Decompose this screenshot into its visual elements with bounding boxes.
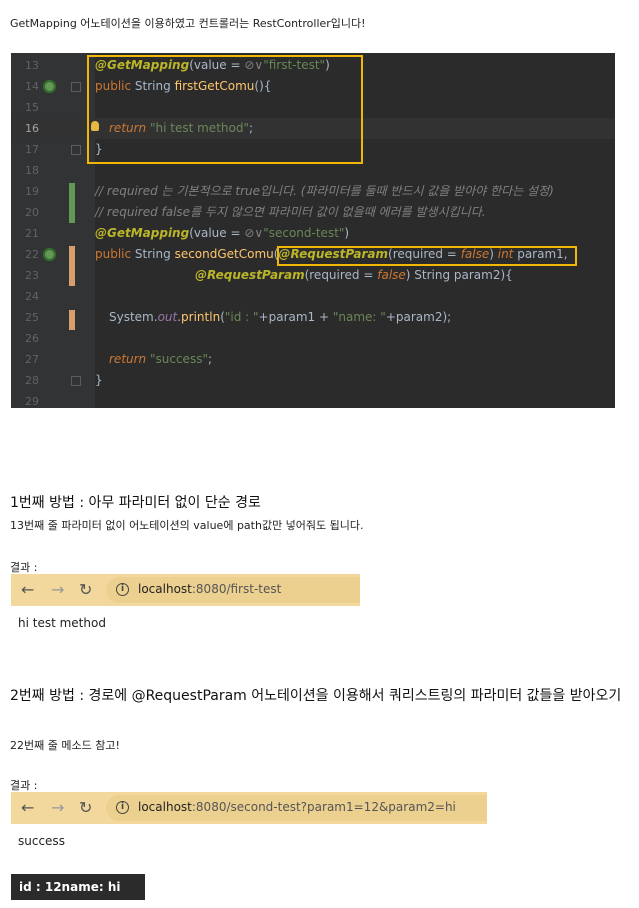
line-number: 15	[25, 101, 39, 114]
section1-result-label: 결과 :	[10, 561, 38, 574]
url-field[interactable]: i localhost:8080/second-test?param1=12&p…	[106, 795, 487, 821]
line-number: 19	[25, 185, 39, 198]
reload-icon[interactable]: ↻	[79, 581, 92, 599]
line-number: 24	[25, 290, 39, 303]
back-arrow-icon[interactable]: ←	[21, 799, 34, 817]
code-line-19: 19 // required 는 기본적으로 true입니다. (파라미터를 둘…	[11, 181, 615, 202]
line-number: 13	[25, 59, 39, 72]
url-path: :8080/second-test?param1=12&param2=hi	[191, 800, 456, 814]
back-arrow-icon[interactable]: ←	[21, 581, 34, 599]
line-number: 25	[25, 311, 39, 324]
line-number: 22	[25, 248, 39, 261]
line-number: 18	[25, 164, 39, 177]
line-number: 28	[25, 374, 39, 387]
info-icon[interactable]: i	[116, 801, 129, 814]
url-mapping-icon: ⊘∨	[244, 226, 264, 240]
url-field[interactable]: i localhost:8080/first-test	[106, 577, 360, 603]
highlight-box-request-param	[277, 246, 577, 266]
url-host: localhost	[138, 800, 192, 814]
section2-output: success	[18, 834, 65, 848]
section2-result-label: 결과 :	[10, 779, 38, 792]
highlight-box-first-method	[87, 55, 363, 164]
url-path: :8080/first-test	[191, 582, 282, 596]
line-number: 29	[25, 395, 39, 408]
intro-text: GetMapping 어노테이션을 이용하였고 컨트롤러는 RestContro…	[10, 17, 366, 30]
code-line-20: 20 // required false를 두지 않으면 파라미터 값이 없을때…	[11, 202, 615, 223]
code-line-27: 27 return "success";	[11, 349, 615, 370]
section2-heading: 2번째 방법 : 경로에 @RequestParam 어노테이션을 이용해서 쿼…	[10, 688, 622, 704]
browser-address-bar-1: ← → ↻ i localhost:8080/first-test	[11, 574, 360, 606]
forward-arrow-icon[interactable]: →	[51, 581, 64, 599]
code-line-28: 28 }	[11, 370, 615, 391]
fold-icon[interactable]	[71, 376, 81, 386]
code-line-23: 23 @RequestParam(required = false) Strin…	[11, 265, 615, 286]
line-number: 16	[25, 122, 39, 135]
browser-address-bar-2: ← → ↻ i localhost:8080/second-test?param…	[11, 792, 487, 824]
reload-icon[interactable]: ↻	[79, 799, 92, 817]
fold-icon[interactable]	[71, 145, 81, 155]
section2-description: 22번째 줄 메소드 참고!	[10, 739, 120, 752]
fold-icon[interactable]	[71, 82, 81, 92]
section1-description: 13번째 줄 파라미터 없이 어노테이션의 value에 path값만 넣어줘도…	[10, 519, 364, 532]
line-number: 20	[25, 206, 39, 219]
code-line-21: 21 @GetMapping(value = ⊘∨"second-test")	[11, 223, 615, 244]
line-number: 27	[25, 353, 39, 366]
line-number: 23	[25, 269, 39, 282]
line-number: 17	[25, 143, 39, 156]
line-number: 21	[25, 227, 39, 240]
code-screenshot: 13 @GetMapping(value = ⊘∨"first-test") 1…	[11, 53, 615, 408]
line-number: 14	[25, 80, 39, 93]
line-number: 26	[25, 332, 39, 345]
url-host: localhost	[138, 582, 192, 596]
section1-heading: 1번째 방법 : 아무 파라미터 없이 단순 경로	[10, 495, 261, 511]
run-gutter-icon[interactable]	[43, 248, 56, 261]
console-output: id : 12name: hi	[11, 874, 145, 900]
code-line-26: 26	[11, 328, 615, 349]
info-icon[interactable]: i	[116, 583, 129, 596]
run-gutter-icon[interactable]	[43, 80, 56, 93]
code-line-25: 25 System.out.println("id : "+param1 + "…	[11, 307, 615, 328]
section1-output: hi test method	[18, 616, 106, 630]
code-line-24: 24	[11, 286, 615, 307]
forward-arrow-icon[interactable]: →	[51, 799, 64, 817]
code-line-29: 29	[11, 391, 615, 408]
